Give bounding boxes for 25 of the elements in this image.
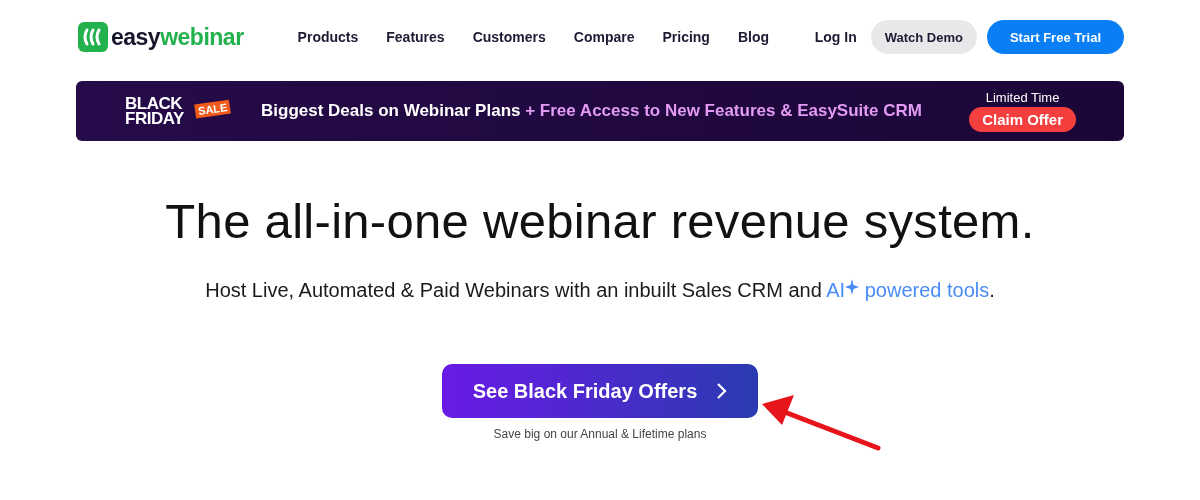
hero-title: The all-in-one webinar revenue system.: [164, 193, 1036, 249]
login-link[interactable]: Log In: [814, 29, 857, 45]
limited-time-label: Limited Time: [985, 90, 1060, 105]
nav-link[interactable]: Customers: [472, 29, 546, 45]
subtitle-highlight: powered tools: [863, 279, 990, 301]
nav-link[interactable]: Blog: [737, 29, 770, 45]
nav-link[interactable]: Pricing: [662, 29, 710, 45]
start-trial-button[interactable]: Start Free Trial: [986, 20, 1124, 54]
chevron-right-icon: [715, 382, 728, 400]
badge-text: BLACK FRIDAY: [125, 96, 184, 126]
sparkle-icon: [845, 279, 860, 295]
nav-link[interactable]: Compare: [573, 29, 635, 45]
subtitle-highlight: AI: [826, 279, 846, 301]
sale-tag: SALE: [194, 99, 232, 119]
subtitle-text: .: [989, 279, 995, 301]
logo-text[interactable]: easywebinar: [111, 23, 244, 51]
offer-note: Save big on our Annual & Lifetime plans: [492, 427, 708, 441]
see-offers-button[interactable]: See Black Friday Offers: [442, 364, 758, 418]
subtitle-text: Host Live, Automated & Paid Webinars with an inbuilt Sales CRM and: [205, 279, 823, 301]
claim-offer-button[interactable]: Claim Offer: [969, 107, 1076, 132]
watch-demo-button[interactable]: Watch Demo: [870, 20, 977, 54]
nav-link[interactable]: Features: [386, 29, 445, 45]
logo-icon: [78, 22, 108, 52]
nav-link[interactable]: Products: [297, 29, 359, 45]
banner-headline: Biggest Deals on Webinar Plans + Free Access to New Features & EasySuite CRM: [261, 101, 922, 121]
